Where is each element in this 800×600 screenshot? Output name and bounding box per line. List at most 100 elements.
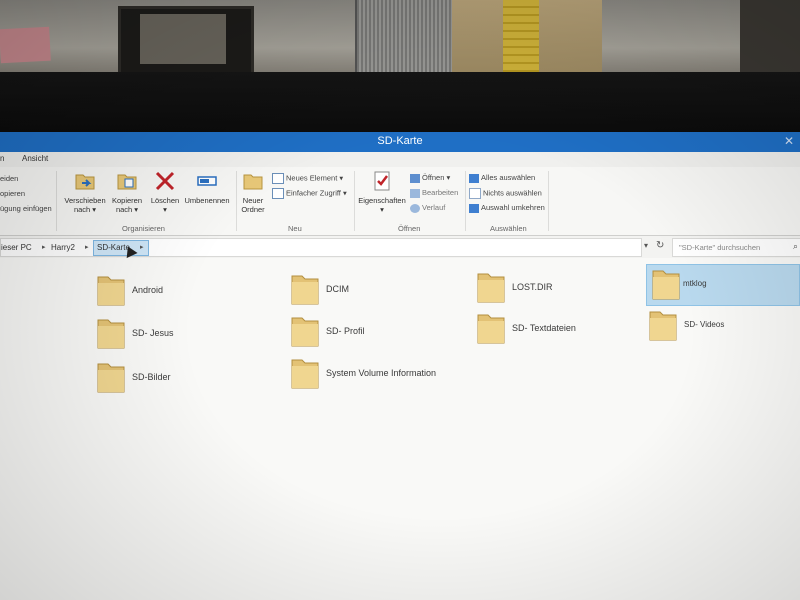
rename-icon xyxy=(197,176,217,186)
folder-icon xyxy=(97,276,125,306)
refresh-icon[interactable]: ↻ xyxy=(656,240,664,251)
easy-access-button[interactable]: Einfacher Zugriff ▾ xyxy=(272,188,347,199)
new-folder-icon xyxy=(243,174,263,190)
folder-item-mtklog[interactable]: mtklog xyxy=(646,264,800,306)
new-item-label: Neues Element xyxy=(286,173,338,183)
folder-item-dcim[interactable]: DCIM xyxy=(290,270,450,310)
folder-icon xyxy=(649,311,677,341)
close-icon[interactable]: ✕ xyxy=(782,134,796,148)
properties-label: Eigenschaften xyxy=(358,196,406,205)
folder-label: LOST.DIR xyxy=(512,282,553,292)
folder-label: DCIM xyxy=(326,284,349,294)
folder-icon xyxy=(477,273,505,303)
invert-selection-label: Auswahl umkehren xyxy=(481,203,545,212)
folder-item-lost-dir[interactable]: LOST.DIR xyxy=(476,268,636,308)
select-all-icon xyxy=(469,173,479,183)
folder-icon xyxy=(291,317,319,347)
open-icon xyxy=(410,173,420,183)
folder-icon xyxy=(97,319,125,349)
chevron-right-icon[interactable]: ▸ xyxy=(42,243,46,251)
menu-tab-ansicht[interactable]: Ansicht xyxy=(22,154,48,163)
group-label-organisieren: Organisieren xyxy=(122,224,165,233)
folder-label: SD- Jesus xyxy=(132,328,174,338)
select-none-label: Nichts auswählen xyxy=(483,188,542,198)
window-title: SD-Karte xyxy=(377,135,423,147)
rename-label: Umbenennen xyxy=(184,196,230,205)
folder-label: SD- Profil xyxy=(326,326,365,336)
folder-icon xyxy=(97,363,125,393)
select-all-button[interactable]: Alles auswählen xyxy=(469,173,535,183)
search-placeholder: "SD-Karte" durchsuchen xyxy=(679,243,761,252)
menu-bar: n Ansicht xyxy=(0,152,800,168)
clipboard-paste-shortcut-partial[interactable]: ügung einfügen xyxy=(0,204,52,213)
sticky-note xyxy=(0,26,51,64)
select-all-label: Alles auswählen xyxy=(481,173,536,182)
monitor-bezel xyxy=(0,72,800,134)
edit-label: Bearbeiten xyxy=(422,188,459,197)
folder-label: SD- Videos xyxy=(684,320,725,329)
history-button[interactable]: Verlauf xyxy=(410,203,445,213)
group-label-auswaehlen: Auswählen xyxy=(490,224,527,233)
folder-item-sd-bilder[interactable]: SD-Bilder xyxy=(96,358,256,398)
open-button[interactable]: Öffnen ▾ xyxy=(410,173,450,183)
title-bar[interactable]: SD-Karte ✕ xyxy=(0,132,800,152)
search-icon[interactable]: ⌕ xyxy=(793,241,798,252)
history-icon xyxy=(410,203,420,213)
properties-button[interactable]: Eigenschaften ▾ xyxy=(356,170,408,214)
move-to-label-1: Verschieben xyxy=(64,196,106,205)
delete-button[interactable]: Löschen ▾ xyxy=(148,170,182,214)
invert-selection-button[interactable]: Auswahl umkehren xyxy=(469,203,545,213)
copy-to-label-2: nach ▾ xyxy=(115,205,139,214)
search-box[interactable]: "SD-Karte" durchsuchen ⌕ xyxy=(672,238,800,257)
group-label-oeffnen: Öffnen xyxy=(398,224,421,233)
move-to-button[interactable]: Verschieben nach ▾ xyxy=(62,170,108,214)
folder-icon xyxy=(291,359,319,389)
history-label: Verlauf xyxy=(422,203,446,212)
chevron-right-icon[interactable]: ▸ xyxy=(140,243,144,251)
folder-item-system-volume-information[interactable]: System Volume Information xyxy=(290,354,470,394)
edit-icon xyxy=(410,188,420,198)
breadcrumb-this-pc[interactable]: ieser PC xyxy=(1,243,32,252)
new-item-button[interactable]: Neues Element ▾ xyxy=(272,173,343,184)
menu-tab-partial[interactable]: n xyxy=(0,154,4,163)
ribbon-separator xyxy=(56,171,57,231)
open-label: Öffnen xyxy=(422,173,445,182)
edit-button[interactable]: Bearbeiten xyxy=(410,188,458,198)
ribbon-separator xyxy=(236,171,237,231)
folder-label: mtklog xyxy=(683,279,707,288)
easy-access-label: Einfacher Zugriff xyxy=(286,188,341,198)
delete-icon xyxy=(155,171,175,191)
clipboard-cut-partial[interactable]: eiden xyxy=(0,174,18,183)
folder-item-android[interactable]: Android xyxy=(96,271,256,311)
folder-icon xyxy=(477,314,505,344)
explorer-window: SD-Karte ✕ n Ansicht eiden opieren ügung… xyxy=(0,132,800,600)
ruler xyxy=(503,0,539,78)
invert-selection-icon xyxy=(469,203,479,213)
chevron-right-icon[interactable]: ▸ xyxy=(85,243,89,251)
picture-frame-inner xyxy=(140,14,226,64)
folder-item-sd-videos[interactable]: SD- Videos xyxy=(648,306,798,346)
folder-item-sd-jesus[interactable]: SD- Jesus xyxy=(96,314,256,354)
new-folder-label-1: Neuer xyxy=(242,196,264,205)
folder-icon xyxy=(291,275,319,305)
folder-label: SD- Textdateien xyxy=(512,323,576,333)
address-dropdown-icon[interactable]: ▾ xyxy=(644,241,648,250)
clipboard-copy-path-partial[interactable]: opieren xyxy=(0,189,25,198)
breadcrumb[interactable]: ieser PC ▸ Harry2 ▸ SD-Karte ▸ xyxy=(0,238,642,257)
folder-item-sd-profil[interactable]: SD- Profil xyxy=(290,312,450,352)
speaker-grille xyxy=(355,0,452,78)
new-folder-button[interactable]: Neuer Ordner xyxy=(238,170,268,214)
properties-dropdown-icon: ▾ xyxy=(380,205,384,214)
move-to-label-2: nach ▾ xyxy=(73,205,97,214)
folder-item-sd-textdateien[interactable]: SD- Textdateien xyxy=(476,309,636,349)
ribbon: eiden opieren ügung einfügen Verschieben… xyxy=(0,167,800,236)
copy-to-label-1: Kopieren xyxy=(111,196,143,205)
rename-button[interactable]: Umbenennen xyxy=(182,170,232,205)
move-to-icon xyxy=(75,174,95,190)
group-label-neu: Neu xyxy=(288,224,302,233)
breadcrumb-harry2[interactable]: Harry2 xyxy=(51,243,75,252)
folder-label: Android xyxy=(132,285,164,295)
select-none-button[interactable]: Nichts auswählen xyxy=(469,188,542,199)
copy-to-button[interactable]: Kopieren nach ▾ xyxy=(108,170,146,214)
background-dark-corner xyxy=(740,0,800,80)
